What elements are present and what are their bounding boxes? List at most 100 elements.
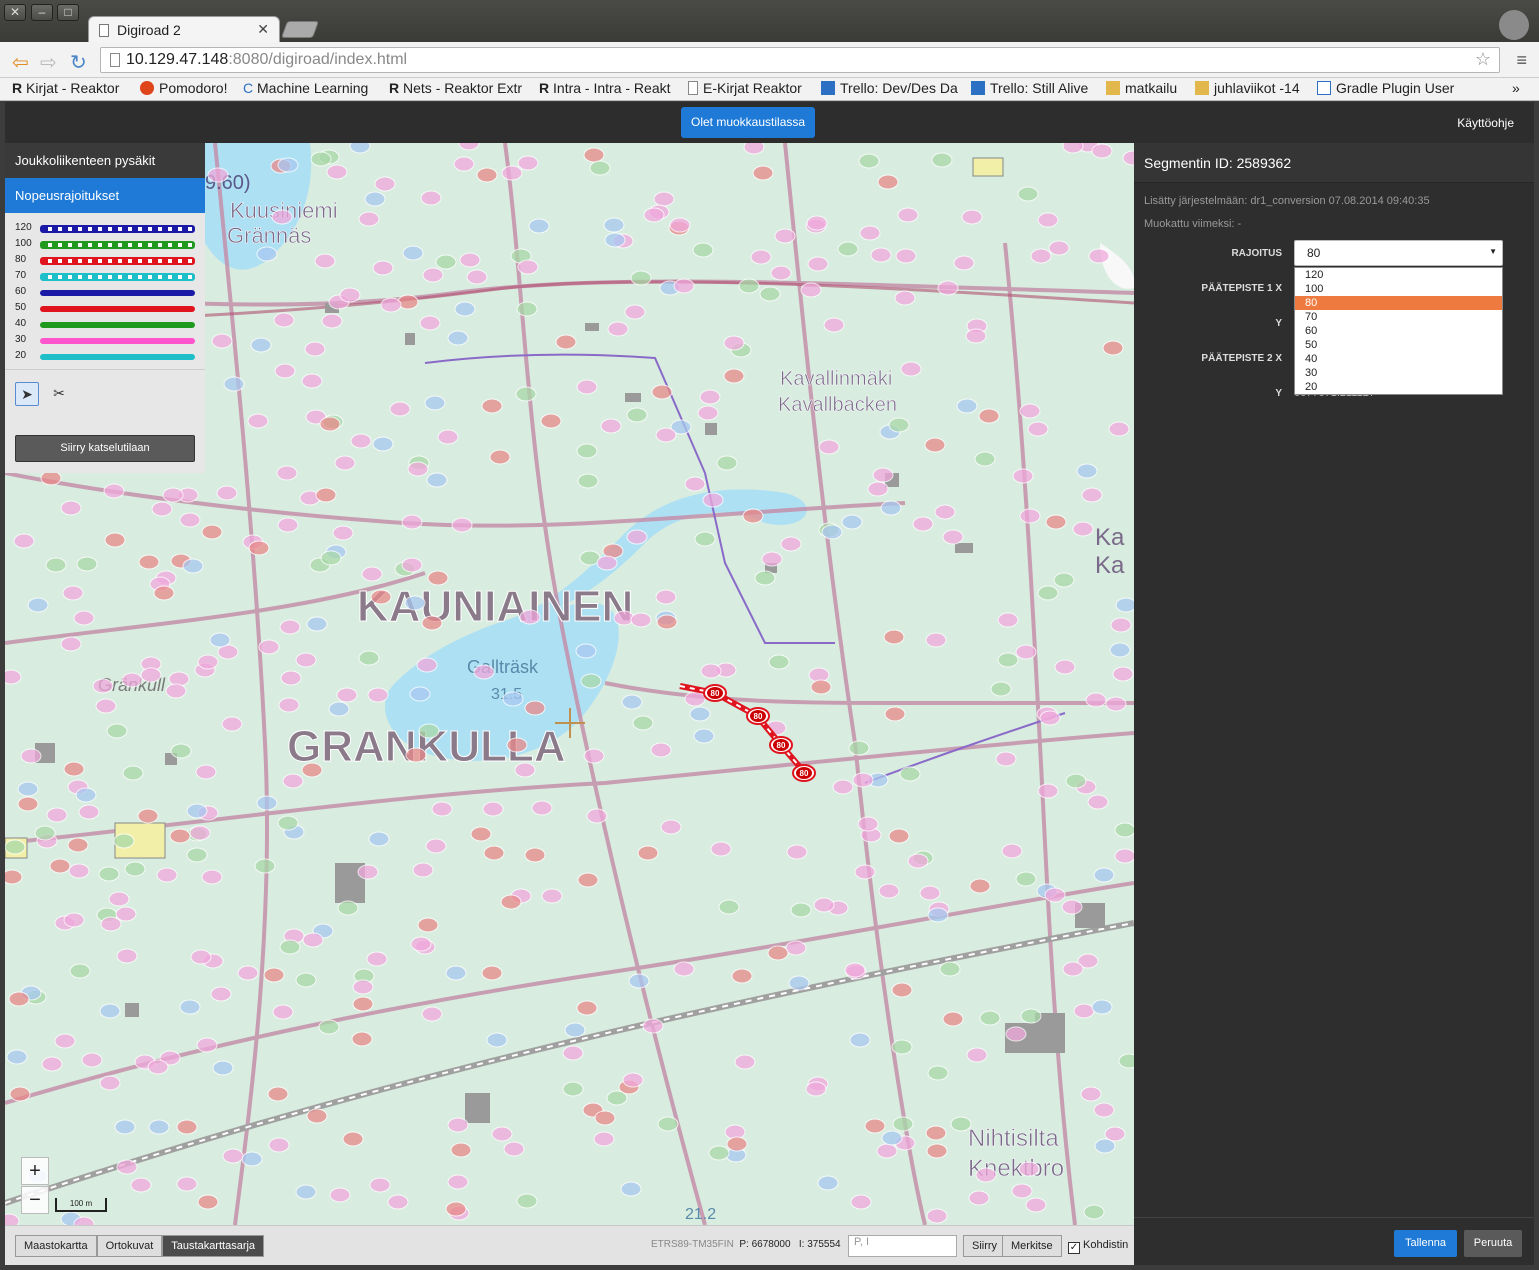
speed-marker[interactable]	[927, 907, 949, 923]
speed-marker[interactable]	[780, 536, 802, 552]
speed-marker[interactable]	[1062, 961, 1084, 977]
speed-marker[interactable]	[1091, 999, 1113, 1015]
speed-marker[interactable]	[282, 773, 304, 789]
speed-marker[interactable]	[470, 826, 492, 842]
speed-marker[interactable]	[1108, 421, 1130, 437]
speed-marker[interactable]	[528, 218, 550, 234]
speed-marker[interactable]	[366, 951, 388, 967]
speed-marker[interactable]	[103, 483, 125, 499]
speed-marker[interactable]	[519, 609, 541, 625]
speed-marker[interactable]	[1076, 463, 1098, 479]
speed-marker[interactable]	[486, 1032, 508, 1048]
speed-marker[interactable]	[892, 1116, 914, 1132]
speed-marker[interactable]	[651, 384, 673, 400]
speed-marker[interactable]	[489, 449, 511, 465]
speed-marker[interactable]	[1030, 248, 1052, 264]
speed-marker[interactable]	[844, 962, 866, 978]
select-arrow-icon[interactable]: ➤	[15, 382, 39, 406]
speed-marker[interactable]	[321, 313, 343, 329]
speed-marker[interactable]	[1091, 143, 1113, 159]
speed-marker[interactable]	[5, 839, 26, 855]
speed-marker[interactable]	[1037, 212, 1059, 228]
speed-marker[interactable]	[407, 461, 429, 477]
speed-marker[interactable]	[121, 672, 143, 688]
speed-marker[interactable]	[99, 1003, 121, 1019]
bookmark-item[interactable]: Trello: Still Alive	[971, 80, 1088, 96]
speed-marker[interactable]	[990, 681, 1012, 697]
speed-marker[interactable]	[632, 715, 654, 731]
speed-marker[interactable]	[179, 999, 201, 1015]
speed-marker[interactable]	[450, 1142, 472, 1158]
speed-marker[interactable]	[823, 317, 845, 333]
speed-marker[interactable]	[1053, 572, 1075, 588]
speed-marker[interactable]	[113, 833, 135, 849]
speed-marker[interactable]	[170, 743, 192, 759]
speed-marker[interactable]	[1020, 1008, 1042, 1024]
speed-marker[interactable]	[169, 828, 191, 844]
speed-marker[interactable]	[1048, 240, 1070, 256]
speed-marker[interactable]	[655, 427, 677, 443]
speed-marker[interactable]	[326, 164, 348, 180]
speed-marker[interactable]	[1015, 871, 1037, 887]
speed-marker[interactable]	[586, 808, 608, 824]
speed-marker[interactable]	[562, 1045, 584, 1061]
mark-button[interactable]: Merkitse	[1002, 1235, 1062, 1257]
speed-marker[interactable]	[752, 165, 774, 181]
speed-marker[interactable]	[849, 1032, 871, 1048]
speed-marker[interactable]	[280, 670, 302, 686]
basemap-terrain-button[interactable]: Maastokartta	[15, 1235, 97, 1257]
speed-marker[interactable]	[1102, 340, 1124, 356]
speed-marker[interactable]	[370, 589, 392, 605]
speed-marker[interactable]	[279, 619, 301, 635]
close-window-icon[interactable]: ✕	[4, 4, 26, 21]
bookmark-item[interactable]: Pomodoro!	[140, 80, 227, 96]
speed-marker[interactable]	[336, 687, 358, 703]
option-70[interactable]: 70	[1295, 310, 1502, 324]
speed-marker[interactable]	[708, 1145, 730, 1161]
layer-speed-limits[interactable]: Nopeusrajoitukset	[5, 178, 205, 213]
speed-marker[interactable]	[151, 501, 173, 517]
bookmarks-overflow-icon[interactable]: »	[1512, 80, 1520, 96]
speed-marker[interactable]	[256, 246, 278, 262]
speed-marker[interactable]	[425, 838, 447, 854]
speed-marker[interactable]	[673, 278, 695, 294]
speed-marker[interactable]	[417, 917, 439, 933]
speed-marker[interactable]	[176, 1176, 198, 1192]
speed-marker[interactable]	[138, 554, 160, 570]
speed-marker[interactable]	[1087, 794, 1109, 810]
speed-marker[interactable]	[934, 504, 956, 520]
speed-marker[interactable]	[75, 787, 97, 803]
speed-marker[interactable]	[589, 160, 611, 176]
speed-marker[interactable]	[447, 330, 469, 346]
speed-marker[interactable]	[950, 1116, 972, 1132]
speed-marker[interactable]	[17, 781, 39, 797]
speed-marker[interactable]	[832, 779, 854, 795]
speed-marker[interactable]	[357, 864, 379, 880]
speed-marker[interactable]	[880, 500, 902, 516]
speed-marker[interactable]	[694, 531, 716, 547]
speed-marker[interactable]	[130, 1177, 152, 1193]
speed-marker[interactable]	[912, 516, 934, 532]
forward-arrow-icon[interactable]: ⇨	[40, 50, 57, 75]
speed-marker[interactable]	[790, 902, 812, 918]
speed-marker[interactable]	[1019, 508, 1041, 524]
speed-marker[interactable]	[116, 1159, 138, 1175]
speed-marker[interactable]	[810, 679, 832, 695]
speed-marker[interactable]	[1085, 692, 1107, 708]
speed-marker[interactable]	[165, 683, 187, 699]
speed-marker[interactable]	[62, 585, 84, 601]
speed-marker[interactable]	[937, 280, 959, 296]
speed-marker[interactable]	[445, 1201, 467, 1217]
speed-marker[interactable]	[643, 207, 665, 223]
speed-marker[interactable]	[412, 862, 434, 878]
speed-marker[interactable]	[637, 845, 659, 861]
speed-marker[interactable]	[684, 476, 706, 492]
speed-marker[interactable]	[653, 191, 675, 207]
speed-marker[interactable]	[210, 986, 232, 1002]
speed-marker[interactable]	[351, 1031, 373, 1047]
speed-marker[interactable]	[223, 376, 245, 392]
speed-marker[interactable]	[884, 706, 906, 722]
speed-marker[interactable]	[241, 1151, 263, 1167]
speed-marker[interactable]	[116, 948, 138, 964]
speed-marker[interactable]	[473, 664, 495, 680]
